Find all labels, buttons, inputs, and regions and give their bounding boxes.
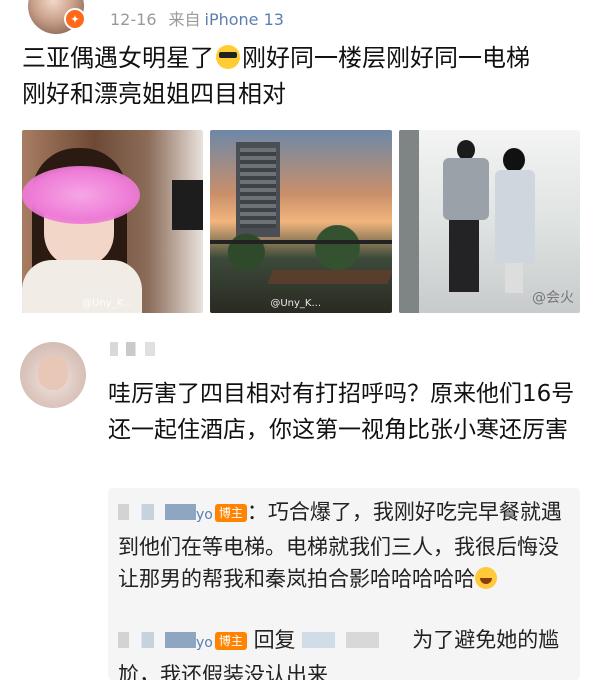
image-tv <box>172 180 204 230</box>
post-text-line2: 刚好和漂亮姐姐四目相对 <box>22 80 286 108</box>
post-text-line1-tail: 刚好同一楼层刚好同一电梯 <box>242 44 530 72</box>
post-image-2[interactable]: @Uny_K... <box>210 130 392 313</box>
post-image-1[interactable]: @Uny_K... <box>22 130 204 313</box>
post-source-prefix: 来自 <box>168 10 201 29</box>
post-text: 三亚偶遇女明星了 刚好同一楼层刚好同一电梯 刚好和漂亮姐姐四目相对 <box>22 40 582 112</box>
post-text-line1: 三亚偶遇女明星了 <box>22 44 214 72</box>
image-watermark: @Uny_K... <box>82 298 133 309</box>
post-image-grid: @Uny_K... @Uny_K... @会火 <box>22 130 580 313</box>
image-railing <box>210 240 392 244</box>
comment-text: 哇厉害了四目相对有打招呼吗？原来他们16号还一起住酒店，你这第一视角比张小寒还厉… <box>108 381 575 443</box>
post-header: ✦ 12-16 来自 iPhone 13 <box>0 0 600 36</box>
reply-item: yo 博主 ：巧合爆了，我刚好吃完早餐就遇到他们在等电梯。电梯就我们三人，我很后悔没… <box>118 496 573 595</box>
verified-badge-icon: ✦ <box>64 8 86 30</box>
image-tower <box>236 142 281 237</box>
commenter-name-blurred[interactable] <box>110 342 190 356</box>
reply-author-suffix[interactable]: yo <box>196 635 213 651</box>
reply-author-name-blurred[interactable] <box>118 632 196 648</box>
reply-item: yo 博主 回复 为了避免她的尴尬，我还假装没认出来 <box>118 624 573 680</box>
reply-thread: yo 博主 ：巧合爆了，我刚好吃完早餐就遇到他们在等电梯。电梯就我们三人，我很后悔没… <box>108 488 580 680</box>
sunglasses-emoji-icon <box>216 45 240 69</box>
image-trees <box>210 225 392 270</box>
laughing-emoji-icon <box>475 567 497 589</box>
reply-word: 回复 <box>253 628 296 652</box>
author-tag: 博主 <box>214 632 247 650</box>
post-image-3[interactable]: @会火 <box>398 130 580 313</box>
image-watermark: @Uny_K... <box>270 298 321 309</box>
commenter-avatar[interactable] <box>20 342 86 408</box>
reply-author-name-blurred[interactable] <box>118 504 196 520</box>
image-wall <box>398 130 419 313</box>
post-date: 12-16 <box>110 10 157 29</box>
image-woman <box>493 148 537 293</box>
reply-author-suffix[interactable]: yo <box>196 507 213 523</box>
post-source-device[interactable]: iPhone 13 <box>205 10 284 29</box>
image-man <box>439 140 491 295</box>
face-blur-sticker <box>22 166 140 224</box>
author-tag: 博主 <box>214 504 247 522</box>
post-meta: 12-16 来自 iPhone 13 <box>110 6 284 30</box>
reply-target-blurred[interactable] <box>302 632 413 648</box>
image-watermark: @会火 <box>531 290 574 306</box>
image-table <box>267 270 392 284</box>
